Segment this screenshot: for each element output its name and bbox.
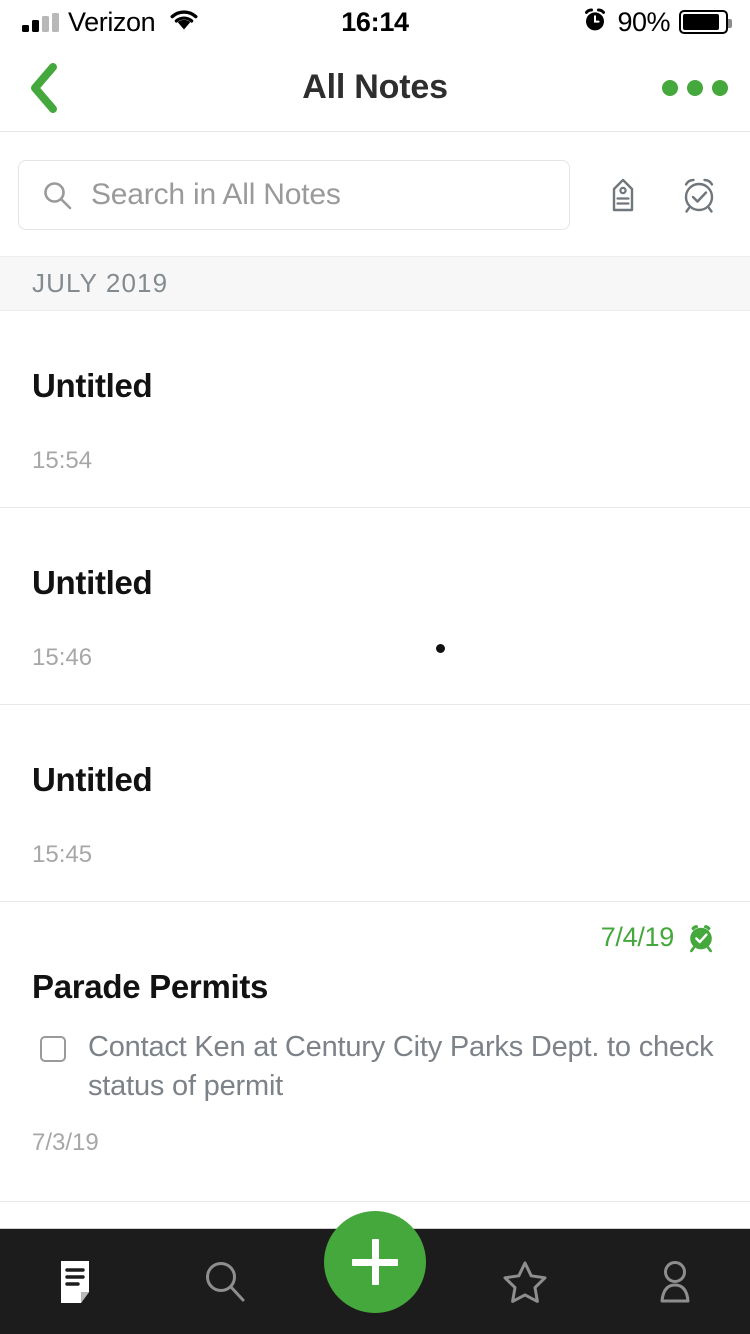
note-list-item[interactable]: Untitled 15:46 xyxy=(0,508,750,705)
note-list-item[interactable]: Untitled 15:54 xyxy=(0,311,750,508)
back-chevron-icon xyxy=(31,62,57,113)
more-options-button[interactable] xyxy=(640,44,750,132)
battery-icon xyxy=(679,10,732,34)
note-list[interactable]: Untitled 15:54 Untitled 15:46 Untitled 1… xyxy=(0,311,750,1226)
alarm-check-icon xyxy=(684,178,714,213)
search-icon xyxy=(206,1261,245,1301)
status-bar-left: Verizon xyxy=(22,7,200,38)
navigation-bar: All Notes xyxy=(0,44,750,132)
tab-search[interactable] xyxy=(150,1229,300,1334)
notes-list-screen: Verizon 16:14 90% All Notes Search in Al… xyxy=(0,0,750,1334)
search-row: Search in All Notes xyxy=(0,133,750,256)
search-input[interactable]: Search in All Notes xyxy=(18,159,570,230)
note-title: Untitled xyxy=(32,367,153,404)
search-icon xyxy=(44,181,72,209)
battery-percent-label: 90% xyxy=(617,6,670,37)
reminder-button[interactable] xyxy=(674,170,724,220)
account-icon xyxy=(660,1260,690,1302)
carrier-label: Verizon xyxy=(68,6,156,37)
new-note-fab[interactable] xyxy=(324,1211,426,1313)
tag-button[interactable] xyxy=(598,170,648,220)
cursor-dot-artifact xyxy=(436,644,445,653)
note-todo-item[interactable]: Contact Ken at Century City Parks Dept. … xyxy=(32,1028,718,1105)
todo-checkbox[interactable] xyxy=(40,1036,66,1062)
search-placeholder: Search in All Notes xyxy=(91,177,341,211)
page-title: All Notes xyxy=(302,68,448,106)
alarm-check-filled-icon xyxy=(690,925,712,953)
bottom-tab-bar xyxy=(0,1211,750,1334)
note-timestamp: 15:54 xyxy=(32,447,93,474)
back-button[interactable] xyxy=(0,44,90,132)
note-list-item[interactable]: Untitled 15:45 xyxy=(0,705,750,902)
note-list-item[interactable]: 7/4/19 Parade Permits Contact Ken at Cen… xyxy=(0,902,750,1202)
note-title: Untitled xyxy=(32,761,153,798)
notes-icon xyxy=(61,1260,89,1303)
tag-icon xyxy=(612,178,634,211)
search-actions xyxy=(598,170,724,220)
tab-notes[interactable] xyxy=(0,1229,150,1334)
reminder-date: 7/4/19 xyxy=(600,921,675,952)
tab-shortcuts[interactable] xyxy=(450,1229,600,1334)
star-icon xyxy=(503,1261,547,1303)
status-bar-right: 90% xyxy=(582,6,732,38)
month-label: JULY 2019 xyxy=(32,268,169,298)
note-reminder-badge[interactable]: 7/4/19 xyxy=(32,902,718,954)
note-timestamp: 15:46 xyxy=(32,644,93,671)
month-section-header: JULY 2019 xyxy=(0,256,750,311)
more-options-icon xyxy=(662,79,678,96)
note-timestamp: 7/3/19 xyxy=(32,1129,99,1157)
status-bar: Verizon 16:14 90% xyxy=(0,0,750,44)
todo-label: Contact Ken at Century City Parks Dept. … xyxy=(88,1031,714,1102)
alarm-clock-icon xyxy=(582,7,608,38)
wifi-icon xyxy=(168,8,200,37)
tab-account[interactable] xyxy=(600,1229,750,1334)
note-title: Untitled xyxy=(32,564,153,601)
note-title: Parade Permits xyxy=(32,968,269,1005)
note-timestamp: 15:45 xyxy=(32,841,93,868)
signal-bars-icon xyxy=(22,12,59,32)
